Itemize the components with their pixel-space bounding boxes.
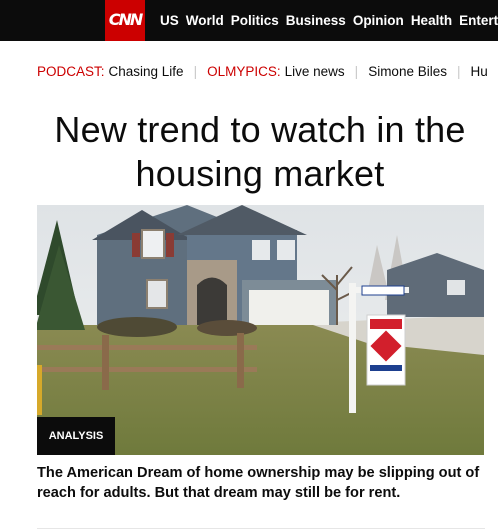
article-headline[interactable]: New trend to watch in the housing market — [37, 108, 483, 196]
nav-us[interactable]: US — [160, 13, 179, 28]
nav-business[interactable]: Business — [286, 13, 346, 28]
ticker-label-podcast: PODCAST: — [37, 63, 105, 79]
ticker-link-chasing-life[interactable]: Chasing Life — [109, 64, 184, 79]
nav-links: US World Politics Business Opinion Healt… — [160, 0, 498, 41]
trending-ticker: PODCAST: Chasing Life | OLMYPICS: Live n… — [37, 60, 488, 82]
top-nav: CNN US World Politics Business Opinion H… — [0, 0, 498, 41]
article-hero-image[interactable]: ANALYSIS — [37, 205, 484, 455]
nav-politics[interactable]: Politics — [231, 13, 279, 28]
ticker-divider: | — [456, 63, 461, 79]
analysis-badge: ANALYSIS — [37, 417, 115, 455]
nav-entertainment[interactable]: Entert — [459, 13, 498, 28]
cnn-logo-text: CNN — [108, 10, 144, 29]
nav-health[interactable]: Health — [411, 13, 452, 28]
ticker-divider: | — [193, 63, 198, 79]
cnn-logo[interactable]: CNN — [105, 0, 145, 41]
ticker-link-live-news[interactable]: Live news — [285, 64, 345, 79]
ticker-link-simone-biles[interactable]: Simone Biles — [368, 64, 447, 79]
ticker-label-olympics: OLMYPICS: — [207, 63, 281, 79]
ticker-link-partial[interactable]: Hu — [471, 64, 488, 79]
divider — [37, 528, 485, 529]
nav-opinion[interactable]: Opinion — [353, 13, 404, 28]
ticker-divider: | — [354, 63, 359, 79]
article-summary[interactable]: The American Dream of home ownership may… — [37, 463, 485, 503]
nav-world[interactable]: World — [186, 13, 224, 28]
